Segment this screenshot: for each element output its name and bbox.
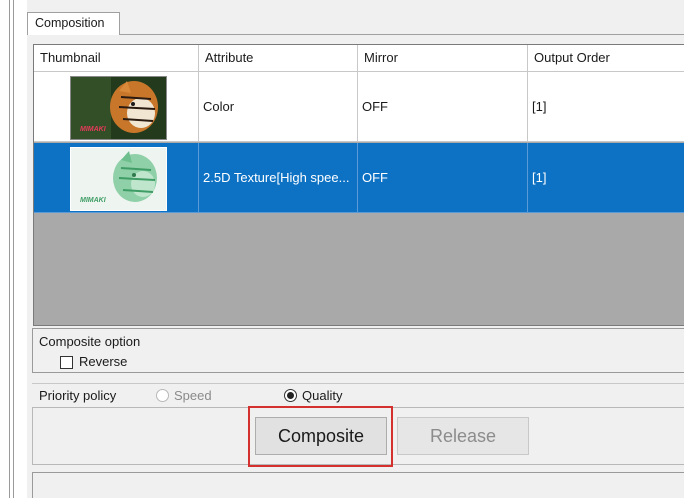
tab-composition[interactable]: Composition bbox=[27, 12, 120, 35]
column-header-output-order[interactable]: Output Order bbox=[528, 45, 684, 71]
grid-header: Thumbnail Attribute Mirror Output Order bbox=[34, 45, 684, 72]
bottom-panel bbox=[32, 472, 684, 498]
quality-radio[interactable] bbox=[284, 389, 297, 402]
speed-radio[interactable] bbox=[156, 389, 169, 402]
output-order-cell: [1] bbox=[528, 72, 684, 142]
table-row[interactable]: MIMAKI Color OFF [1] bbox=[34, 72, 684, 142]
quality-radio-label: Quality bbox=[302, 388, 343, 403]
thumbnail-logo: MIMAKI bbox=[80, 197, 107, 204]
composition-grid: Thumbnail Attribute Mirror Output Order … bbox=[33, 44, 684, 326]
column-header-thumbnail[interactable]: Thumbnail bbox=[34, 45, 199, 71]
speed-radio-label: Speed bbox=[174, 388, 212, 403]
output-order-cell: [1] bbox=[528, 143, 684, 213]
thumbnail-logo: MIMAKI bbox=[80, 126, 107, 133]
mirror-cell: OFF bbox=[358, 72, 528, 142]
reverse-checkbox[interactable] bbox=[60, 356, 73, 369]
column-header-mirror[interactable]: Mirror bbox=[358, 45, 528, 71]
tab-strip bbox=[27, 0, 684, 35]
column-header-attribute[interactable]: Attribute bbox=[199, 45, 358, 71]
left-divider bbox=[13, 0, 14, 498]
priority-policy-label: Priority policy bbox=[39, 388, 117, 403]
attribute-cell: 2.5D Texture[High spee... bbox=[199, 143, 358, 213]
release-button[interactable]: Release bbox=[397, 417, 529, 455]
priority-policy-row: Priority policy Speed Quality bbox=[32, 383, 684, 407]
composite-option-group: Composite option Reverse bbox=[32, 328, 684, 373]
table-row-selected[interactable]: MIMAKI 2.5D Texture[High spee... OFF [1] bbox=[34, 143, 684, 213]
thumbnail-cell: MIMAKI bbox=[34, 143, 199, 213]
reverse-label: Reverse bbox=[79, 354, 128, 369]
thumbnail-image-texture: MIMAKI bbox=[70, 147, 167, 211]
thumbnail-image-color: MIMAKI bbox=[70, 76, 167, 140]
thumbnail-cell: MIMAKI bbox=[34, 72, 199, 142]
composite-option-title: Composite option bbox=[39, 334, 141, 349]
left-divider bbox=[9, 0, 10, 498]
highlight-box bbox=[248, 406, 393, 467]
radio-selected-dot bbox=[287, 392, 294, 399]
mirror-cell: OFF bbox=[358, 143, 528, 213]
attribute-cell: Color bbox=[199, 72, 358, 142]
